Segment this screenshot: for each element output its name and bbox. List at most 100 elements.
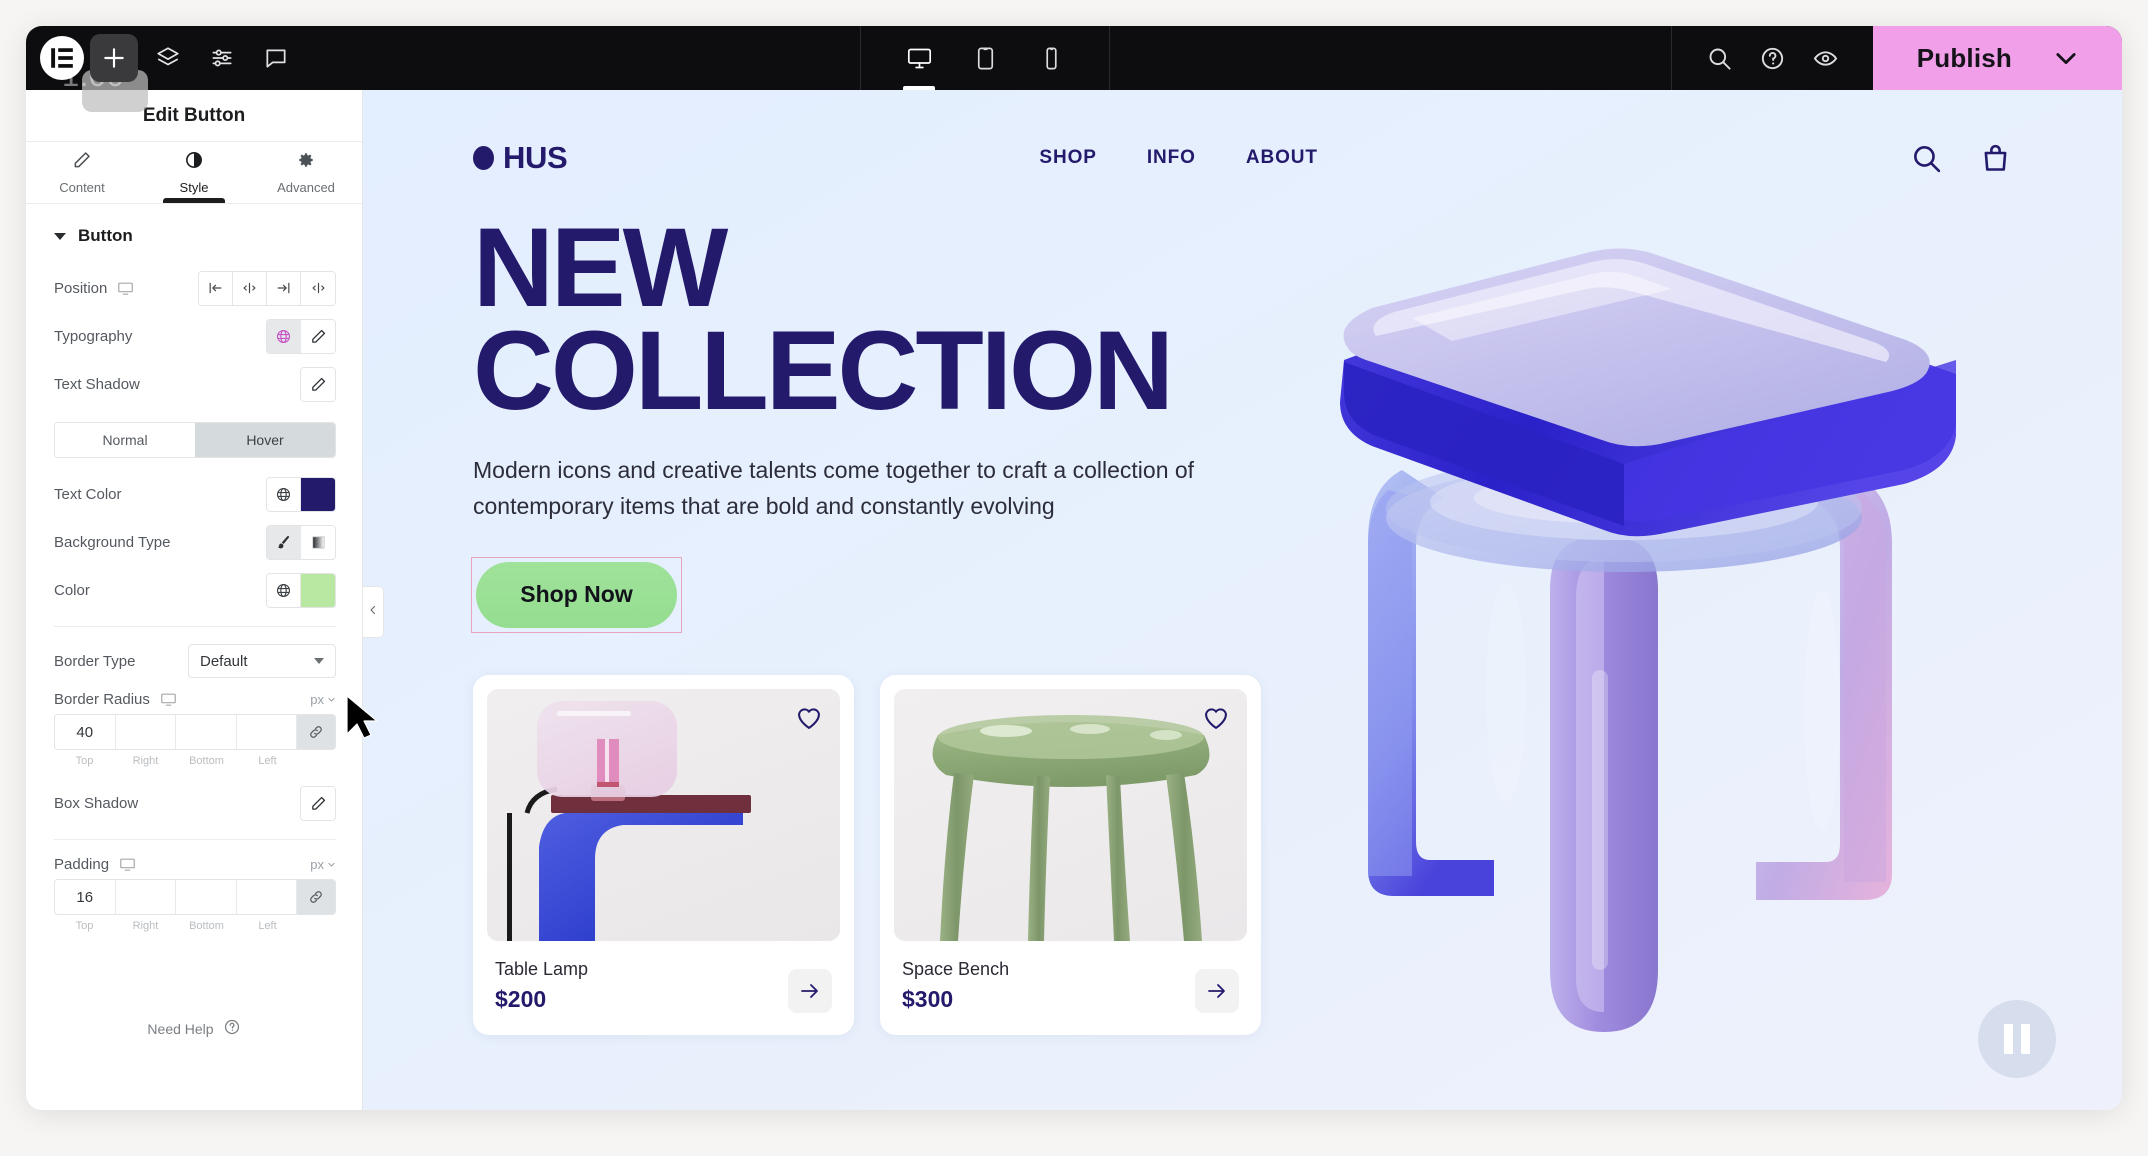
align-center-icon[interactable] <box>233 271 267 305</box>
site-nav-links: SHOP INFO ABOUT <box>1039 147 1438 169</box>
link-icon[interactable] <box>297 880 335 914</box>
text-color-controls <box>266 476 336 512</box>
monitor-icon[interactable] <box>119 856 136 873</box>
arrow-right-icon[interactable] <box>1195 968 1239 1013</box>
comments-button[interactable] <box>252 34 300 82</box>
state-tab-normal[interactable]: Normal <box>55 423 195 457</box>
shop-now-button[interactable]: Shop Now <box>476 561 677 628</box>
heart-icon[interactable] <box>1202 704 1230 737</box>
eye-icon[interactable] <box>1812 45 1839 72</box>
need-help-link[interactable]: Need Help <box>26 1018 362 1039</box>
control-border-type: Border Type Default <box>26 637 362 685</box>
border-radius-side-labels: Top Right Bottom Left <box>54 755 336 767</box>
site-logo[interactable]: HUS <box>473 140 568 176</box>
control-background-type: Background Type <box>26 518 362 566</box>
caret-down-icon <box>54 232 66 240</box>
search-icon[interactable] <box>1706 45 1733 72</box>
padding-top-input[interactable]: 16 <box>55 880 116 914</box>
tab-style[interactable]: Style <box>138 142 250 203</box>
state-tab-hover[interactable]: Hover <box>195 423 335 457</box>
device-mobile-button[interactable] <box>1029 26 1073 90</box>
product-image-table-lamp <box>487 688 840 941</box>
question-circle-icon[interactable] <box>1759 45 1786 72</box>
product-card[interactable]: Table Lamp $200 <box>473 674 854 1035</box>
shopping-bag-icon[interactable] <box>1979 142 2012 175</box>
question-circle-icon <box>223 1018 241 1039</box>
nav-link-info[interactable]: INFO <box>1147 147 1196 169</box>
widget-settings-panel: Edit Button Content Style Advanced Butto… <box>26 90 363 1110</box>
device-tablet-button[interactable] <box>963 26 1007 90</box>
padding-right-input[interactable] <box>115 880 176 914</box>
product-name: Table Lamp <box>495 958 589 979</box>
product-name: Space Bench <box>902 958 1010 979</box>
border-radius-bottom-input[interactable] <box>176 715 237 749</box>
control-padding-header: Padding px <box>26 850 362 873</box>
align-end-icon[interactable] <box>267 271 301 305</box>
border-type-select[interactable]: Default <box>188 644 336 678</box>
control-background-color-label: Color <box>54 581 90 599</box>
border-radius-left-input[interactable] <box>236 715 297 749</box>
nav-link-shop[interactable]: SHOP <box>1039 147 1096 169</box>
panel-collapse-button[interactable] <box>363 586 384 638</box>
monitor-icon[interactable] <box>160 691 177 708</box>
control-border-radius-label: Border Radius <box>54 691 177 708</box>
globe-icon[interactable] <box>267 573 301 607</box>
topbar-left-tools: 1.00 <box>26 26 300 112</box>
control-border-type-label: Border Type <box>54 652 136 670</box>
tab-content[interactable]: Content <box>26 142 138 203</box>
device-desktop-button[interactable] <box>897 26 941 90</box>
control-background-color: Color <box>26 566 362 614</box>
globe-icon[interactable] <box>267 319 301 353</box>
padding-bottom-input[interactable] <box>176 880 237 914</box>
pencil-icon <box>72 150 92 175</box>
section-button-title: Button <box>78 226 133 245</box>
monitor-icon[interactable] <box>117 280 134 297</box>
control-text-color: Text Color <box>26 470 362 518</box>
elementor-logo-icon[interactable] <box>40 36 84 80</box>
text-color-swatch[interactable] <box>301 477 335 511</box>
border-radius-unit-selector[interactable]: px <box>310 692 336 707</box>
hero-line-2: COLLECTION <box>473 308 1174 434</box>
section-button[interactable]: Button <box>26 204 362 264</box>
panel-divider <box>54 626 336 627</box>
pause-icon[interactable] <box>1978 1000 2056 1078</box>
publish-button-label: Publish <box>1916 42 2012 73</box>
control-text-color-label: Text Color <box>54 485 122 503</box>
device-preview-switcher <box>300 26 1671 90</box>
align-stretch-icon[interactable] <box>301 271 335 305</box>
typography-edit-pencil-icon[interactable] <box>301 319 335 353</box>
link-icon[interactable] <box>297 715 335 749</box>
tab-content-label: Content <box>59 180 105 195</box>
side-label-left: Left <box>258 755 277 767</box>
tab-advanced[interactable]: Advanced <box>250 142 362 203</box>
brush-icon[interactable] <box>267 525 301 559</box>
side-label-right: Right <box>132 755 159 767</box>
arrow-right-icon[interactable] <box>788 968 832 1013</box>
heart-icon[interactable] <box>795 704 823 737</box>
publish-button[interactable]: Publish <box>1872 26 2052 90</box>
publish-options-button[interactable] <box>2052 26 2122 90</box>
padding-unit-selector[interactable]: px <box>310 857 336 872</box>
border-radius-right-input[interactable] <box>115 715 176 749</box>
background-color-swatch[interactable] <box>301 573 335 607</box>
box-shadow-controls <box>300 785 336 821</box>
align-start-icon[interactable] <box>199 271 233 305</box>
nav-link-about[interactable]: ABOUT <box>1246 147 1318 169</box>
gradient-icon[interactable] <box>301 525 335 559</box>
box-shadow-edit-pencil-icon[interactable] <box>301 786 335 820</box>
background-color-controls <box>266 572 336 608</box>
logo-dot-icon <box>473 146 494 170</box>
product-card[interactable]: Space Bench $300 <box>880 674 1261 1035</box>
globe-icon[interactable] <box>267 477 301 511</box>
border-radius-top-input[interactable]: 40 <box>55 715 116 749</box>
search-icon[interactable] <box>1910 142 1943 175</box>
brand-name: HUS <box>503 140 568 175</box>
text-shadow-edit-pencil-icon[interactable] <box>301 367 335 401</box>
add-element-button[interactable] <box>90 34 138 82</box>
padding-left-input[interactable] <box>236 880 297 914</box>
chevron-left-icon <box>367 603 379 621</box>
side-label-bottom: Bottom <box>189 920 224 932</box>
site-settings-button[interactable] <box>198 34 246 82</box>
structure-layers-button[interactable] <box>144 34 192 82</box>
control-padding-label: Padding <box>54 856 136 873</box>
